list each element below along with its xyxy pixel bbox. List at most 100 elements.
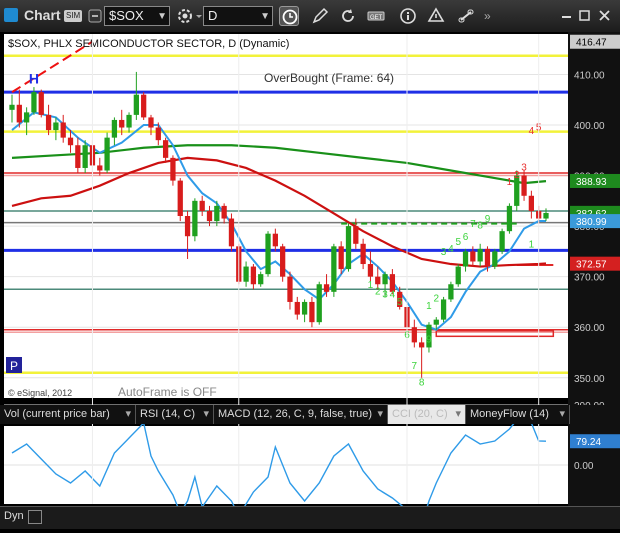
candle-body — [492, 251, 498, 267]
candle-body — [477, 248, 483, 262]
candle-body — [309, 301, 315, 323]
candle-body — [360, 243, 366, 265]
chart-toolbar: Chart SIM $SOX ▼ D ▼ GET » — [0, 0, 620, 33]
sequence-count-label: 3 — [521, 163, 527, 174]
candle-body — [177, 180, 183, 216]
scroll-lock-icon[interactable] — [28, 510, 42, 524]
sequence-count-label: 5 — [397, 297, 403, 308]
sequence-count-label: 1 — [507, 177, 513, 188]
candle-body — [228, 218, 235, 247]
bottom-bar: Dyn — [0, 506, 620, 529]
price-tick-label: 370.00 — [574, 273, 605, 284]
candle-body — [133, 94, 139, 115]
candle-body — [221, 205, 227, 219]
tab-macd-label: MACD (12, 26, C, 9, false, true) — [218, 408, 373, 420]
candle-body — [301, 301, 308, 315]
tab-volume-close-icon[interactable]: ▾ — [125, 405, 131, 424]
gear-dropdown-icon[interactable] — [196, 6, 202, 26]
price-badge-label: 416.47 — [576, 38, 607, 49]
copyright-label: © eSignal, 2012 — [8, 388, 72, 398]
symbol-input[interactable]: $SOX ▼ — [104, 6, 170, 26]
chart-area[interactable]: 123456789123456789112345$SOX, PHLX SEMIC… — [0, 32, 620, 532]
symbol-value: $SOX — [109, 8, 144, 23]
candle-body — [353, 226, 359, 244]
interval-value: D — [208, 8, 218, 23]
tab-cci[interactable]: CCI (20, C) ▾ — [388, 405, 466, 424]
candle-body — [243, 266, 249, 282]
sequence-count-label: 1 — [529, 239, 535, 250]
candle-body — [462, 251, 469, 267]
candle-body — [411, 327, 417, 343]
sequence-count-label: 3 — [441, 247, 447, 258]
price-tick-label: 360.00 — [574, 323, 605, 334]
settings-gear-icon[interactable] — [175, 6, 195, 26]
price-badge-label: 380.99 — [576, 217, 607, 228]
candle-body — [506, 205, 513, 232]
tab-volume[interactable]: Vol (current price bar) ▾ — [0, 405, 136, 424]
svg-text:»: » — [484, 9, 491, 23]
candle-body — [455, 266, 461, 285]
sequence-count-label: 8 — [477, 221, 483, 232]
candle-body — [119, 119, 125, 128]
candle-body — [170, 157, 176, 181]
chart-svg[interactable]: 123456789123456789112345$SOX, PHLX SEMIC… — [0, 32, 620, 532]
price-pane — [4, 34, 568, 398]
tab-moneyflow[interactable]: MoneyFlow (14) ▾ — [466, 405, 570, 424]
tab-cci-close-icon[interactable]: ▾ — [455, 405, 461, 424]
sequence-count-label: 4 — [448, 244, 454, 255]
close-icon[interactable] — [598, 6, 612, 26]
sim-badge: SIM — [64, 10, 83, 22]
candle-body — [148, 117, 154, 128]
candle-body — [250, 266, 257, 285]
candle-body — [448, 284, 454, 300]
p-marker: P — [10, 359, 18, 373]
interval-dropdown-icon[interactable]: ▼ — [260, 8, 270, 26]
cci-tick-label: 0.00 — [574, 461, 594, 472]
candle-body — [23, 112, 30, 123]
link-chain-icon[interactable] — [456, 6, 476, 26]
refresh-icon[interactable] — [338, 6, 358, 26]
clock-icon[interactable] — [279, 6, 299, 26]
get-data-icon[interactable]: GET — [366, 6, 386, 26]
info-icon[interactable] — [398, 6, 418, 26]
candle-body — [155, 127, 161, 141]
head-marker: H — [29, 71, 39, 87]
candle-body — [484, 248, 491, 267]
candle-body — [528, 195, 535, 211]
toolbar-overflow-icon[interactable]: » — [484, 6, 492, 26]
candle-body — [97, 165, 103, 171]
tab-cci-label: CCI (20, C) — [392, 408, 448, 420]
candle-body — [440, 299, 447, 320]
sequence-count-label: 7 — [412, 361, 418, 372]
candle-body — [53, 122, 59, 131]
alert-icon[interactable] — [426, 6, 446, 26]
dynamic-mode-label[interactable]: Dyn — [4, 510, 24, 522]
tab-rsi-close-icon[interactable]: ▾ — [203, 405, 209, 424]
candle-body — [338, 246, 344, 270]
maximize-icon[interactable] — [578, 6, 592, 26]
overbought-label: OverBought (Frame: 64) — [264, 71, 394, 85]
sequence-count-label: 1 — [426, 301, 432, 312]
candle-body — [206, 210, 213, 222]
candle-body — [162, 140, 169, 158]
sequence-count-label: 4 — [529, 126, 535, 137]
sequence-count-label: 2 — [433, 293, 439, 304]
tab-macd[interactable]: MACD (12, 26, C, 9, false, true) ▾ — [214, 405, 388, 424]
candle-body — [433, 319, 439, 325]
minimize-icon[interactable] — [560, 6, 574, 26]
tab-moneyflow-close-icon[interactable]: ▾ — [559, 405, 565, 424]
link-icon[interactable] — [86, 6, 104, 26]
tab-moneyflow-label: MoneyFlow (14) — [470, 408, 549, 420]
candle-body — [375, 276, 381, 285]
chart-window-icon — [4, 8, 18, 22]
tab-macd-close-icon[interactable]: ▾ — [377, 405, 383, 424]
draw-pencil-icon[interactable] — [310, 6, 330, 26]
candle-body — [258, 274, 264, 285]
candle-body — [280, 246, 286, 277]
tab-rsi[interactable]: RSI (14, C) ▾ — [136, 405, 214, 424]
symbol-dropdown-icon[interactable]: ▼ — [157, 8, 167, 26]
candle-body — [382, 274, 388, 285]
sequence-count-label: 9 — [426, 334, 432, 345]
interval-input[interactable]: D ▼ — [203, 6, 273, 26]
candle-body — [367, 264, 374, 277]
